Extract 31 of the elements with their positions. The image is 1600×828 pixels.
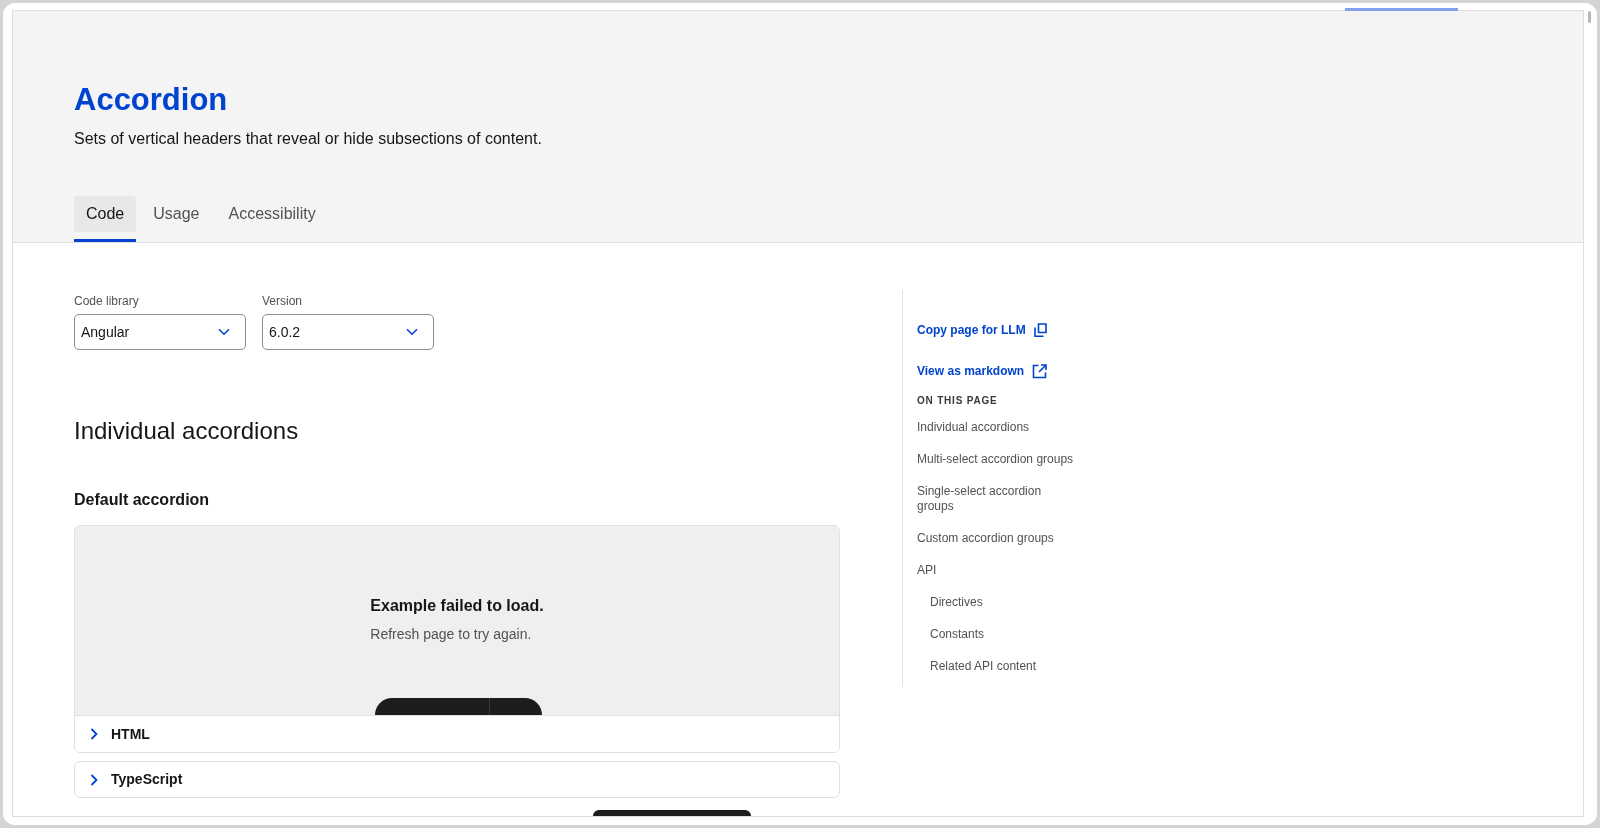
scrollbar-thumb[interactable] xyxy=(1588,11,1591,23)
subsection-heading: Default accordion xyxy=(74,490,210,510)
link[interactable]: View as markdown xyxy=(917,363,1048,379)
toc-link[interactable]: Multi-select accordion groups xyxy=(917,452,1077,467)
accordion-header[interactable]: TypeScript xyxy=(74,761,840,798)
field-label: Code library xyxy=(74,293,140,309)
error-message: Refresh page to try again. xyxy=(370,625,532,644)
error-title: Example failed to load. xyxy=(370,596,544,616)
tab[interactable]: Accessibility xyxy=(216,196,328,242)
external-link-icon xyxy=(1032,363,1048,379)
section-heading: Individual accordions xyxy=(74,416,299,446)
toc-link[interactable]: Individual accordions xyxy=(917,420,1077,435)
toc-link[interactable]: Custom accordion groups xyxy=(917,531,1077,546)
toc-link[interactable]: API xyxy=(917,563,1077,578)
toc-heading: ON THIS PAGE xyxy=(917,394,998,408)
accordion-header[interactable]: HTML xyxy=(75,715,839,752)
chevron-down-icon xyxy=(218,328,230,336)
dropdown[interactable]: 6.0.2 xyxy=(262,314,434,350)
tab[interactable]: Usage xyxy=(141,196,212,242)
toc-link[interactable]: Single-select accordion groups xyxy=(917,484,1077,514)
toc-link[interactable]: Related API content xyxy=(930,659,1077,674)
link[interactable]: Copy page for LLM xyxy=(917,322,1047,338)
page-title: Accordion xyxy=(74,81,228,118)
chevron-down-icon xyxy=(406,328,418,336)
toc-link[interactable]: Directives xyxy=(930,595,1077,610)
dropdown[interactable]: Angular xyxy=(74,314,246,350)
toc-link[interactable]: Constants xyxy=(930,627,1077,642)
page-description: Sets of vertical headers that reveal or hide subsections of content. xyxy=(74,129,542,149)
copy-icon xyxy=(1033,323,1047,337)
tab[interactable]: Code xyxy=(74,196,137,242)
field-label: Version xyxy=(262,293,304,309)
